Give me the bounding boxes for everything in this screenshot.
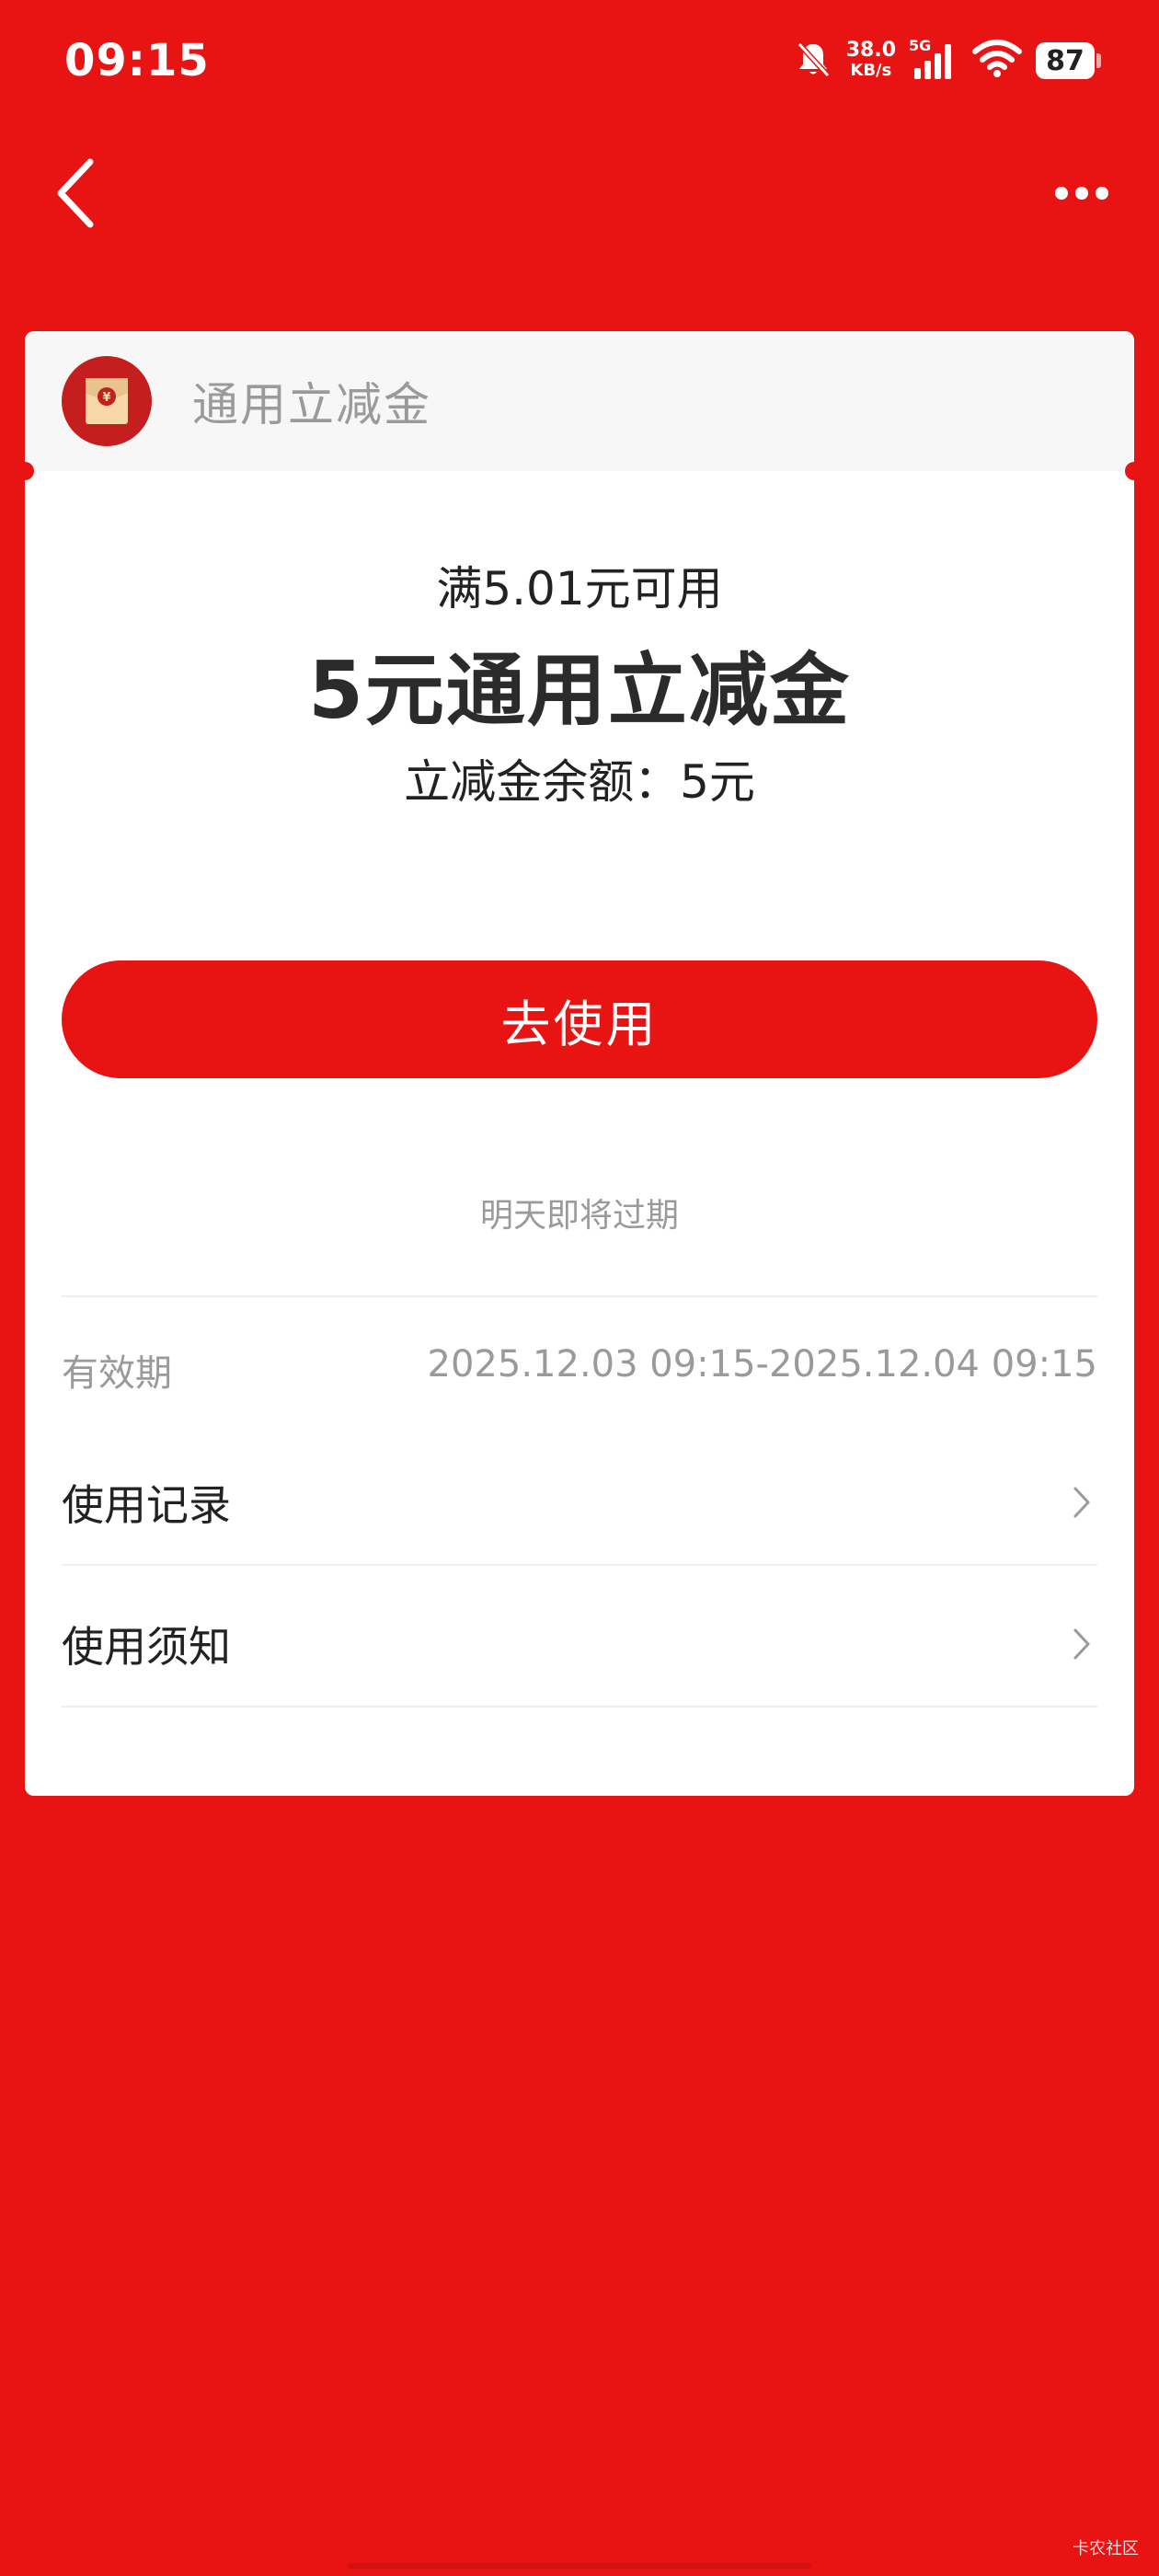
back-button[interactable]: [50, 155, 105, 232]
status-icons: 38.0 KB/s 5G 87: [793, 33, 1101, 88]
validity-label: 有效期: [62, 1352, 172, 1395]
expire-note: 明天即将过期: [479, 1197, 679, 1235]
usage-notice-row[interactable]: 使用须知: [62, 1575, 1097, 1713]
network-speed-unit: KB/s: [850, 61, 892, 80]
coupon-card: ¥ 通用立减金 满5.01元可用 5元通用立减金 立减金余额：5元 去使用 明天…: [25, 331, 1134, 1796]
divider: [62, 1295, 1097, 1297]
usage-record-row[interactable]: 使用记录: [62, 1433, 1097, 1571]
network-speed-value: 38.0: [845, 39, 896, 62]
chevron-right-icon: [1073, 1628, 1090, 1660]
red-envelope-icon: ¥: [62, 356, 152, 446]
card-header: ¥ 通用立减金: [25, 331, 1134, 471]
more-dots-icon: [1055, 187, 1108, 200]
usage-notice-label: 使用须知: [62, 1622, 231, 1672]
wifi-icon: [971, 39, 1023, 83]
chevron-left-icon: [57, 158, 94, 228]
watermark: 卡农社区: [1073, 2539, 1139, 2559]
divider: [62, 1564, 1097, 1566]
coupon-balance: 立减金余额：5元: [404, 755, 755, 809]
svg-text:¥: ¥: [102, 391, 110, 405]
usage-condition: 满5.01元可用: [436, 562, 723, 615]
chevron-right-icon: [1073, 1487, 1090, 1518]
more-options-button[interactable]: [1052, 175, 1111, 212]
home-indicator[interactable]: [348, 2563, 811, 2569]
status-time: 09:15: [64, 35, 210, 86]
mute-bell-icon: [793, 39, 833, 83]
divider: [62, 1706, 1097, 1708]
validity-value: 2025.12.03 09:15-2025.12.04 09:15: [427, 1343, 1097, 1386]
cellular-signal-icon: 5G: [909, 37, 958, 81]
header-title: 通用立减金: [192, 378, 431, 431]
status-bar: 09:15 38.0 KB/s 5G 87: [0, 0, 1159, 129]
coupon-title: 5元通用立减金: [308, 645, 851, 737]
use-now-button[interactable]: 去使用: [62, 960, 1097, 1078]
battery-indicator: 87: [1036, 42, 1101, 79]
card-notch-right: [1125, 462, 1134, 480]
usage-record-label: 使用记录: [62, 1480, 231, 1530]
network-speed: 38.0 KB/s: [846, 40, 896, 81]
